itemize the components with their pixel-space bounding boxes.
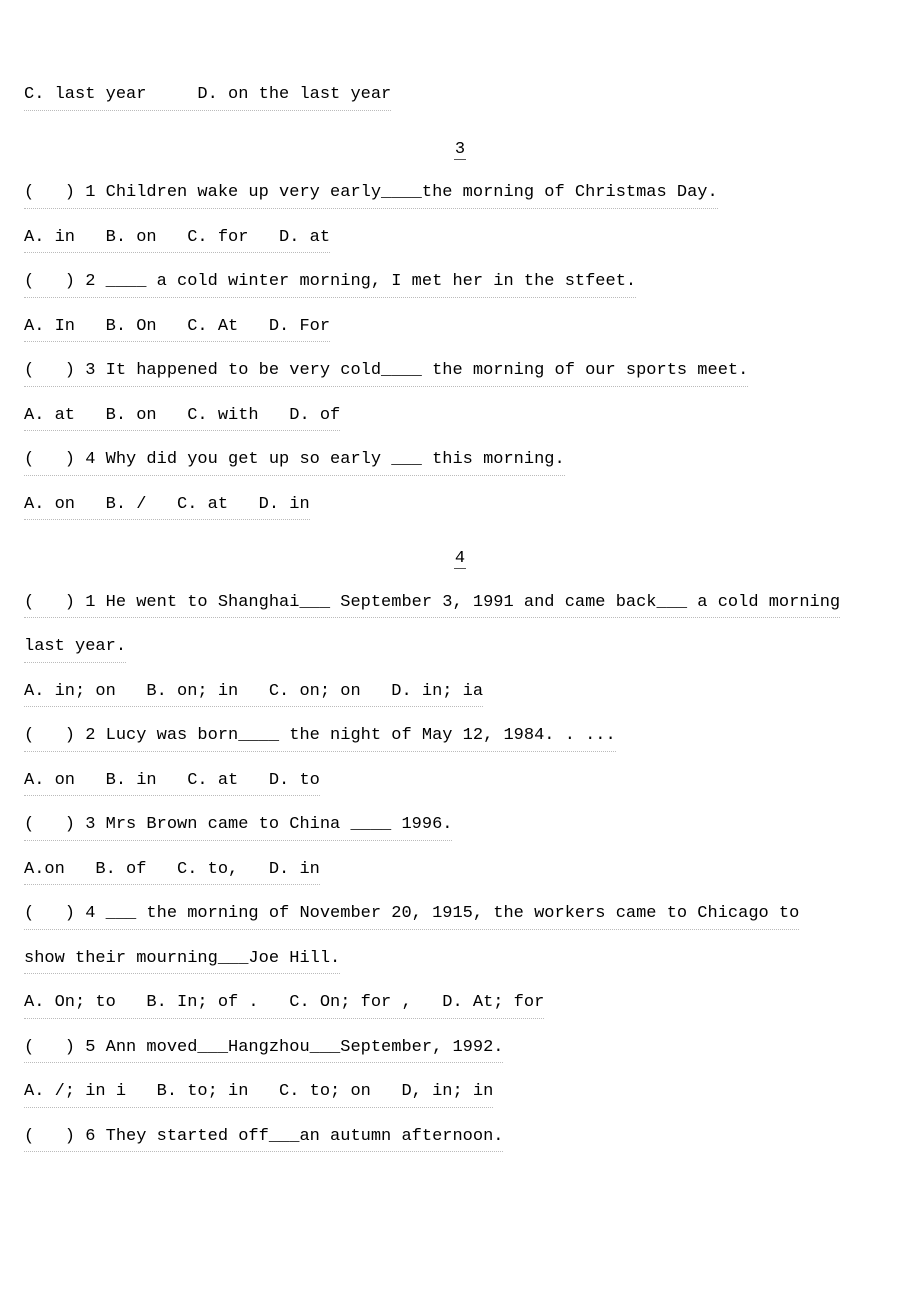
answer-options: A. in; on B. on; in C. on; on D. in; ia: [24, 677, 483, 708]
answer-options: A. at B. on C. with D. of: [24, 401, 340, 432]
question-text: ( ) 1 Children wake up very early____the…: [24, 178, 718, 209]
answer-options: A. on B. / C. at D. in: [24, 490, 310, 521]
answer-options: A.on B. of C. to, D. in: [24, 855, 320, 886]
question-text-cont: show their mourning___Joe Hill.: [24, 944, 340, 975]
question-text: ( ) 2 ____ a cold winter morning, I met …: [24, 267, 636, 298]
question-text: ( ) 1 He went to Shanghai___ September 3…: [24, 588, 840, 619]
question-text: ( ) 3 Mrs Brown came to China ____ 1996.: [24, 810, 452, 841]
question-text: ( ) 3 It happened to be very cold____ th…: [24, 356, 748, 387]
answer-options: A. in B. on C. for D. at: [24, 223, 330, 254]
answer-options: A. on B. in C. at D. to: [24, 766, 320, 797]
section-3-heading: 3: [24, 137, 896, 163]
question-text: ( ) 4 Why did you get up so early ___ th…: [24, 445, 565, 476]
answer-options: A. /; in i B. to; in C. to; on D, in; in: [24, 1077, 493, 1108]
answer-options: A. On; to B. In; of . C. On; for , D. At…: [24, 988, 544, 1019]
question-text: ( ) 2 Lucy was born____ the night of May…: [24, 721, 616, 752]
answer-options: A. In B. On C. At D. For: [24, 312, 330, 343]
section-4-heading: 4: [24, 546, 896, 572]
answer-line: C. last year D. on the last year: [24, 80, 391, 111]
question-text: ( ) 4 ___ the morning of November 20, 19…: [24, 899, 799, 930]
question-text-cont: last year.: [24, 632, 126, 663]
question-text: ( ) 5 Ann moved___Hangzhou___September, …: [24, 1033, 503, 1064]
question-text: ( ) 6 They started off___an autumn after…: [24, 1122, 503, 1153]
